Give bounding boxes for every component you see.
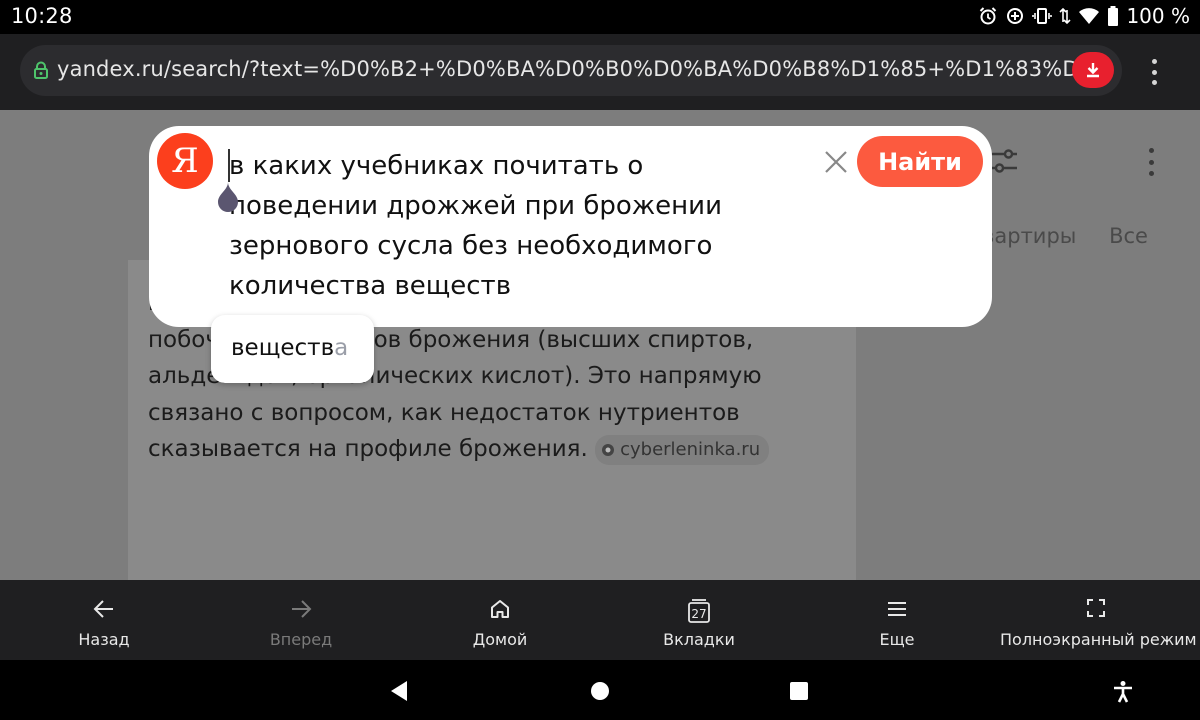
suggestion-completion: а xyxy=(334,335,349,361)
home-icon xyxy=(491,600,509,618)
menu-icon xyxy=(888,602,906,616)
tab-apartments[interactable]: вартиры xyxy=(982,224,1076,248)
download-icon xyxy=(1087,63,1099,78)
status-bar: 10:28 100 % xyxy=(0,0,1200,34)
status-time: 10:28 xyxy=(11,4,73,28)
battery-icon xyxy=(1107,6,1119,26)
cursor-handle[interactable] xyxy=(216,182,240,212)
wifi-icon xyxy=(1078,7,1100,25)
cyberleninka-icon xyxy=(602,443,615,456)
nav-forward[interactable]: Вперед xyxy=(241,580,361,660)
filters-icon[interactable] xyxy=(988,146,1020,180)
data-saver-icon xyxy=(1005,6,1025,26)
status-icons: 100 % xyxy=(978,4,1190,28)
battery-percent: 100 % xyxy=(1126,4,1190,28)
text-cursor xyxy=(228,149,230,182)
url-text[interactable]: yandex.ru/search/?text=%D0%B2+%D0%BA%D0%… xyxy=(57,57,1077,81)
suggestion-typed: веществ xyxy=(231,335,335,361)
search-submit-button[interactable]: Найти xyxy=(857,136,983,187)
search-input[interactable]: в каких учебниках почитать о поведении д… xyxy=(229,146,799,306)
bottom-navigation: Назад Вперед Домой 27 Вкладки Еще Полноэ… xyxy=(0,580,1200,660)
arrow-right-icon xyxy=(292,600,312,618)
system-back-icon[interactable] xyxy=(389,680,409,702)
search-tabs: вартиры Все xyxy=(982,224,1174,248)
nav-more[interactable]: Еще xyxy=(837,580,957,660)
nav-home[interactable]: Домой xyxy=(440,580,560,660)
nav-back[interactable]: Назад xyxy=(44,580,164,660)
alarm-icon xyxy=(978,6,998,26)
source-label: cyberleninka.ru xyxy=(620,438,761,460)
nav-tabs[interactable]: 27 Вкладки xyxy=(639,580,759,660)
browser-toolbar: yandex.ru/search/?text=%D0%B2+%D0%BA%D0%… xyxy=(0,34,1200,110)
yandex-logo: Я xyxy=(157,133,213,189)
tabs-count: 27 xyxy=(691,607,706,621)
accessibility-icon[interactable] xyxy=(1111,680,1135,704)
page-more-button[interactable] xyxy=(1146,148,1156,176)
source-chip[interactable]: cyberleninka.ru xyxy=(595,434,770,465)
system-home-icon[interactable] xyxy=(590,680,610,702)
address-bar[interactable]: yandex.ru/search/?text=%D0%B2+%D0%BA%D0%… xyxy=(20,45,1122,96)
system-navigation xyxy=(0,660,1200,720)
arrow-left-icon xyxy=(93,600,113,618)
fullscreen-icon xyxy=(1087,599,1105,617)
tabs-icon: 27 xyxy=(688,599,710,623)
nav-fullscreen[interactable]: Полноэкранный режим xyxy=(1000,580,1197,660)
system-recents-icon[interactable] xyxy=(789,680,809,702)
download-button[interactable] xyxy=(1072,52,1114,88)
browser-menu-button[interactable] xyxy=(1140,56,1168,88)
autocomplete-suggestion[interactable]: вещества xyxy=(211,315,374,383)
vibrate-icon xyxy=(1032,6,1053,26)
tab-all[interactable]: Все xyxy=(1109,224,1148,248)
lock-icon xyxy=(33,61,49,83)
data-arrows-icon xyxy=(1059,6,1072,26)
clear-icon[interactable] xyxy=(821,147,851,177)
